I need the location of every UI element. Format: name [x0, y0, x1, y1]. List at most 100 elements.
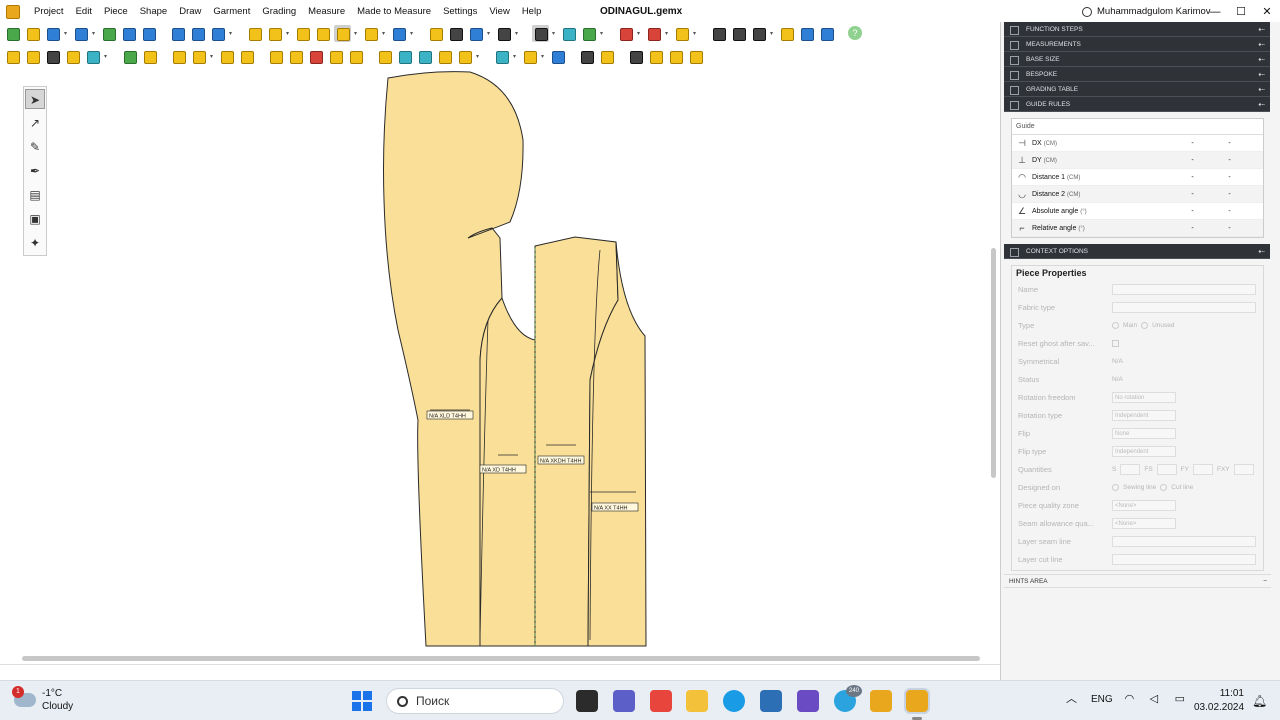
curve-tool-icon[interactable]: ↗: [25, 113, 45, 133]
flip-icon[interactable]: [456, 48, 473, 65]
pattern-app-active-icon[interactable]: [904, 688, 930, 720]
guide-row-absolute-angle[interactable]: ∠ Absolute angle (°) - -: [1012, 203, 1263, 220]
collapse-arrow-icon[interactable]: ⇠: [1258, 97, 1265, 112]
collapse-icon[interactable]: −: [1263, 575, 1267, 589]
pattern-app-icon[interactable]: [870, 690, 892, 712]
layer-seam-select[interactable]: [1112, 535, 1256, 547]
window-icon[interactable]: [818, 25, 835, 42]
menu-draw[interactable]: Draw: [173, 0, 207, 24]
section-guide-rules[interactable]: GUIDE RULES ⇠: [1004, 97, 1270, 112]
forward-icon[interactable]: [549, 48, 566, 65]
rotate-icon[interactable]: [396, 48, 413, 65]
sort-icon[interactable]: [362, 25, 379, 42]
drawing-canvas[interactable]: N/A XLD T4HH N/A XD T4HH N/A XKDH T4HH N…: [8, 68, 990, 654]
language-indicator[interactable]: ENG: [1091, 694, 1113, 705]
save-app-icon[interactable]: [797, 690, 819, 712]
type-unused-radio[interactable]: [1141, 321, 1149, 329]
section-base-size[interactable]: BASE SIZE ⇠: [1004, 52, 1270, 67]
menu-grading[interactable]: Grading: [256, 0, 302, 24]
cut-icon[interactable]: [645, 25, 662, 42]
select-piece-icon[interactable]: [246, 25, 263, 42]
flip-type-select[interactable]: Independent: [1112, 445, 1176, 457]
swap-icon[interactable]: [647, 48, 664, 65]
section-function-steps[interactable]: FUNCTION STEPS ⇠: [1004, 22, 1270, 37]
horizontal-scrollbar[interactable]: [8, 654, 990, 664]
clock[interactable]: 11:01 03.02.2024: [1194, 687, 1244, 715]
collapse-arrow-icon[interactable]: ⇠: [1258, 52, 1265, 67]
quantity-fxy-input[interactable]: [1233, 463, 1254, 475]
zoom-fit-icon[interactable]: [169, 25, 186, 42]
grade-icon[interactable]: [521, 48, 538, 65]
walk-icon[interactable]: [493, 48, 510, 65]
weather-widget[interactable]: 1 -1°C Cloudy: [12, 686, 73, 713]
seam-quality-select[interactable]: <None>: [1112, 517, 1176, 529]
guide-row-distance-1[interactable]: ◠ Distance 1 (CM) - -: [1012, 169, 1263, 186]
rotation-type-select[interactable]: Independent: [1112, 409, 1176, 421]
flip-select[interactable]: None: [1112, 427, 1176, 439]
store-icon[interactable]: [760, 690, 782, 712]
table-icon[interactable]: [710, 25, 727, 42]
report-icon[interactable]: [730, 25, 747, 42]
teams-icon[interactable]: [613, 690, 635, 712]
rotation-freedom-select[interactable]: No rotation: [1112, 391, 1176, 403]
battery-icon[interactable]: ▭: [1175, 693, 1188, 705]
dart-icon[interactable]: [327, 48, 344, 65]
box-tool-icon[interactable]: ▣: [25, 209, 45, 229]
quantity-fy-input[interactable]: [1192, 463, 1213, 475]
reset-ghost-checkbox[interactable]: [1112, 339, 1119, 347]
split-piece-icon[interactable]: [667, 48, 684, 65]
help-icon[interactable]: ?: [848, 26, 862, 40]
vertical-scrollbar[interactable]: [988, 68, 998, 654]
quantity-s-input[interactable]: [1120, 463, 1141, 475]
paint-icon[interactable]: [84, 48, 101, 65]
pointer-arrow-icon[interactable]: ➤: [25, 89, 45, 109]
piece-new-icon[interactable]: [4, 48, 21, 65]
task-view-icon[interactable]: [576, 690, 598, 712]
menu-shape[interactable]: Shape: [134, 0, 173, 24]
export-tree-icon[interactable]: [100, 25, 117, 42]
sewing-line-radio[interactable]: [1112, 483, 1119, 491]
point-tool-icon[interactable]: [580, 25, 597, 42]
stack-icon[interactable]: [314, 25, 331, 42]
section-measurements[interactable]: MEASUREMENTS ⇠: [1004, 37, 1270, 52]
merge-icon[interactable]: [141, 48, 158, 65]
shape-icon[interactable]: [218, 48, 235, 65]
piece-copy-icon[interactable]: [24, 48, 41, 65]
mirror-icon[interactable]: [190, 48, 207, 65]
new-file-icon[interactable]: [4, 25, 21, 42]
menu-project[interactable]: Project: [28, 0, 70, 24]
pencil-icon[interactable]: [64, 48, 81, 65]
marker-pin-icon[interactable]: [617, 25, 634, 42]
cross-cut-icon[interactable]: [578, 48, 595, 65]
menu-edit[interactable]: Edit: [70, 0, 98, 24]
hints-area[interactable]: HINTS AREA −: [1004, 574, 1271, 588]
collapse-arrow-icon[interactable]: ⇠: [1258, 67, 1265, 82]
eye-icon[interactable]: [467, 25, 484, 42]
volume-icon[interactable]: ◁: [1150, 693, 1163, 705]
rotate-2-icon[interactable]: [416, 48, 433, 65]
grid-icon[interactable]: [447, 25, 464, 42]
align-icon[interactable]: [376, 48, 393, 65]
play-icon[interactable]: [390, 25, 407, 42]
split-icon[interactable]: [44, 48, 61, 65]
chevron-up-icon[interactable]: ︿: [1066, 693, 1079, 705]
collapse-arrow-icon[interactable]: ⇠: [1258, 37, 1265, 52]
pen-tool-icon[interactable]: ✒: [25, 161, 45, 181]
collapse-arrow-icon[interactable]: ⇠: [1258, 244, 1265, 259]
cut-line-radio[interactable]: [1160, 483, 1168, 491]
telegram-icon[interactable]: 240: [834, 685, 862, 712]
section-grading-table[interactable]: GRADING TABLE ⇠: [1004, 82, 1270, 97]
zoom-in-icon[interactable]: [209, 25, 226, 42]
zoom-out-icon[interactable]: [189, 25, 206, 42]
camera-icon[interactable]: [560, 25, 577, 42]
delete-point-icon[interactable]: [307, 48, 324, 65]
guide-row-dx[interactable]: ⊣ DX (CM) - -: [1012, 135, 1263, 152]
snap-icon[interactable]: [532, 24, 549, 42]
menu-made-to-measure[interactable]: Made to Measure: [351, 0, 437, 24]
layer-cut-select[interactable]: [1112, 553, 1256, 565]
redo-icon[interactable]: [140, 25, 157, 42]
collapse-arrow-icon[interactable]: ⇠: [1258, 22, 1265, 37]
guide-row-distance-2[interactable]: ◡ Distance 2 (CM) - -: [1012, 186, 1263, 203]
menu-piece[interactable]: Piece: [98, 0, 134, 24]
cloud-upload-icon[interactable]: [798, 25, 815, 42]
